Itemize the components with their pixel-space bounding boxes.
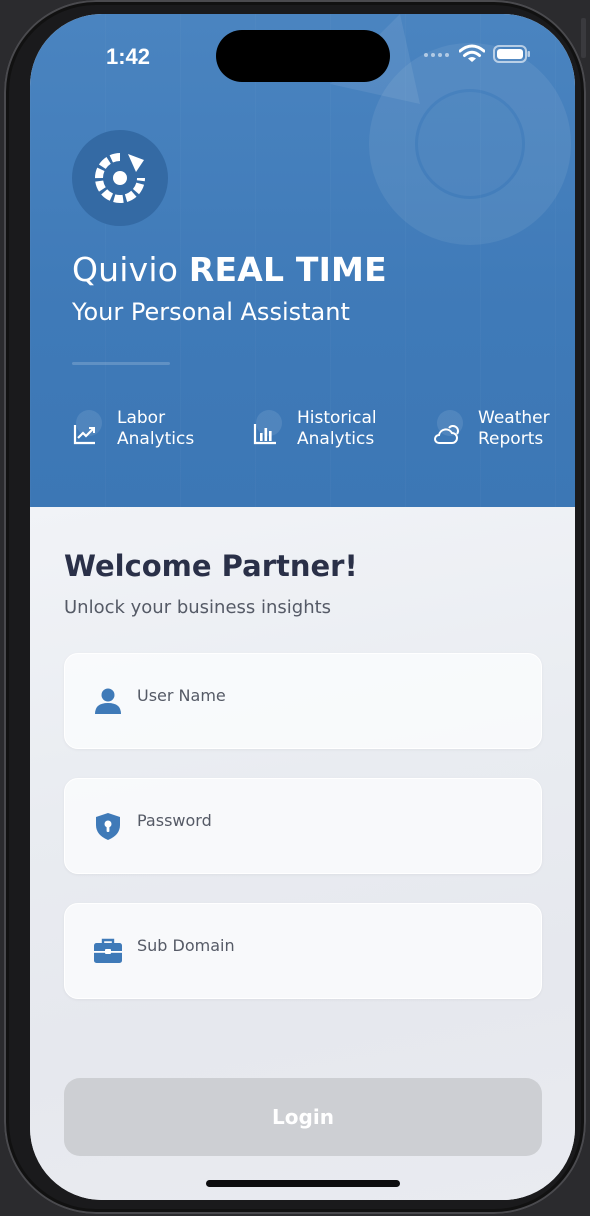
wifi-icon [459,44,485,62]
feature-label: Weather Reports [478,408,550,449]
login-button[interactable]: Login [64,1078,542,1156]
status-bar: 1:42 [30,14,575,94]
cloud-sun-icon [434,425,459,444]
login-panel: Welcome Partner! Unlock your business in… [30,507,575,1200]
feature-list: Labor Analytics Historical Analytics Wea… [72,408,572,458]
sync-arrow-icon [95,153,145,203]
home-indicator[interactable] [206,1180,400,1187]
phone-frame: 1:42 Quivio REAL TIME Your Personal Assi… [4,0,586,1214]
briefcase-icon [94,938,122,963]
app-title: Quivio REAL TIME [72,250,387,289]
welcome-subheading: Unlock your business insights [64,597,332,618]
hero-divider [72,362,170,365]
feature-label: Historical Analytics [297,408,377,449]
password-input[interactable] [137,811,517,830]
subdomain-input[interactable] [137,936,517,955]
battery-icon [493,45,530,63]
trending-chart-icon [73,425,95,445]
app-logo [72,130,168,226]
welcome-heading: Welcome Partner! [64,549,358,583]
signal-icon [424,53,449,57]
status-icons [423,44,531,64]
brand-name: Quivio [72,250,179,289]
side-button [581,18,586,58]
dynamic-island [216,30,390,82]
user-icon [95,688,121,714]
app-tagline: Your Personal Assistant [72,298,350,326]
hero-banner: 1:42 Quivio REAL TIME Your Personal Assi… [30,14,575,507]
username-field[interactable] [64,653,542,749]
username-input[interactable] [137,686,517,705]
feature-label: Labor Analytics [117,408,195,449]
feature-weather-reports: Weather Reports [433,408,575,452]
feature-labor-analytics: Labor Analytics [72,408,217,452]
subdomain-field[interactable] [64,903,542,999]
status-time: 1:42 [106,44,151,69]
feature-historical-analytics: Historical Analytics [252,408,397,452]
bar-chart-icon [253,424,276,445]
app-screen: 1:42 Quivio REAL TIME Your Personal Assi… [30,14,575,1200]
shield-lock-icon [96,813,120,840]
password-field[interactable] [64,778,542,874]
brand-emphasis: REAL TIME [188,250,387,289]
